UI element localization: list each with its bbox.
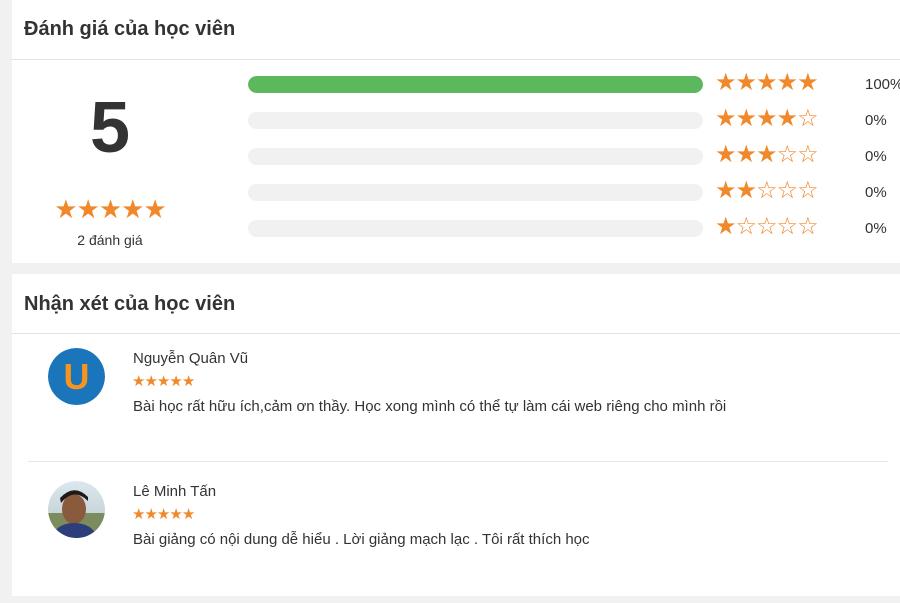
star-full-icon: ★ <box>715 69 736 96</box>
distribution-percent: 100% <box>865 76 900 93</box>
star-full-icon: ★ <box>756 105 777 132</box>
star-full-icon: ★ <box>156 373 170 390</box>
divider <box>12 59 900 60</box>
letter-u-avatar: U <box>48 348 105 405</box>
star-full-icon: ★ <box>715 105 736 132</box>
star-full-icon: ★ <box>776 105 798 132</box>
distribution-stars: ★★★★★ <box>715 69 819 96</box>
star-full-icon: ★ <box>715 213 736 240</box>
distribution-row-3[interactable]: ★★★☆☆ 0% <box>248 141 900 168</box>
reviewer-name: Nguyễn Quân Vũ <box>133 350 249 367</box>
star-outline-icon: ☆ <box>776 177 798 204</box>
distribution-stars: ★★★☆☆ <box>715 141 819 168</box>
star-full-icon: ★ <box>132 506 145 523</box>
distribution-stars: ★☆☆☆☆ <box>715 213 819 240</box>
star-full-icon: ★ <box>156 506 170 523</box>
star-outline-icon: ☆ <box>756 213 777 240</box>
star-outline-icon: ☆ <box>776 141 798 168</box>
star-outline-icon: ☆ <box>797 177 818 204</box>
photo-avatar <box>48 481 105 538</box>
star-outline-icon: ☆ <box>756 177 777 204</box>
distribution-percent: 0% <box>865 148 887 165</box>
star-outline-icon: ☆ <box>776 213 798 240</box>
distribution-stars: ★★★★☆ <box>715 105 819 132</box>
average-score: 5 <box>89 88 131 168</box>
star-full-icon: ★ <box>181 373 195 390</box>
distribution-bar <box>248 112 703 129</box>
avatar-photo-graphic <box>48 481 105 538</box>
rating-count: 2 đánh giá <box>77 232 143 248</box>
star-full-icon: ★ <box>181 506 195 523</box>
review-stars: ★★★★★ <box>132 506 195 523</box>
star-full-icon: ★ <box>54 194 77 224</box>
distribution-row-1[interactable]: ★☆☆☆☆ 0% <box>248 213 900 240</box>
star-full-icon: ★ <box>121 194 144 224</box>
distribution-bar <box>248 148 703 165</box>
reviews-title: Nhận xét của học viên <box>24 293 236 315</box>
distribution-row-2[interactable]: ★★☆☆☆ 0% <box>248 177 900 204</box>
distribution-row-5[interactable]: ★★★★★ 100% <box>248 69 900 96</box>
distribution-fill <box>248 76 703 93</box>
star-full-icon: ★ <box>776 69 798 96</box>
star-full-icon: ★ <box>735 69 757 96</box>
distribution-row-4[interactable]: ★★★★☆ 0% <box>248 105 900 132</box>
avatar-u-graphic: U <box>48 348 105 405</box>
star-full-icon: ★ <box>144 506 157 523</box>
star-full-icon: ★ <box>144 373 157 390</box>
star-outline-icon: ☆ <box>797 105 818 132</box>
star-outline-icon: ☆ <box>797 213 818 240</box>
star-outline-icon: ☆ <box>797 141 818 168</box>
star-full-icon: ★ <box>797 69 818 96</box>
distribution-bar <box>248 76 703 93</box>
distribution-stars: ★★☆☆☆ <box>715 177 819 204</box>
star-full-icon: ★ <box>715 141 736 168</box>
distribution-percent: 0% <box>865 184 887 201</box>
star-full-icon: ★ <box>735 105 757 132</box>
review-item: U Nguyễn Quân Vũ ★★★★★ Bài học rất hữu í… <box>12 346 900 466</box>
ratings-title: Đánh giá của học viên <box>24 18 236 40</box>
star-full-icon: ★ <box>735 177 757 204</box>
star-outline-icon: ☆ <box>735 213 757 240</box>
star-full-icon: ★ <box>169 373 182 390</box>
distribution-percent: 0% <box>865 220 887 237</box>
review-item: Lê Minh Tấn ★★★★★ Bài giảng có nội dung … <box>12 479 900 579</box>
avatar-letter: U <box>64 356 90 397</box>
distribution-bar <box>248 184 703 201</box>
review-text: Bài giảng có nội dung dễ hiểu . Lời giản… <box>133 531 590 548</box>
star-full-icon: ★ <box>756 141 777 168</box>
star-full-icon: ★ <box>132 373 145 390</box>
reviews-card: Nhận xét của học viên U Nguyễn Quân Vũ ★… <box>12 274 900 596</box>
ratings-card: Đánh giá của học viên 5 ★★★★★ 2 đánh giá… <box>12 0 900 263</box>
review-stars: ★★★★★ <box>132 373 195 390</box>
distribution-bar <box>248 220 703 237</box>
star-full-icon: ★ <box>756 69 777 96</box>
review-separator <box>28 461 888 462</box>
star-full-icon: ★ <box>735 141 757 168</box>
average-stars: ★★★★★ <box>12 196 208 222</box>
distribution-percent: 0% <box>865 112 887 129</box>
review-text: Bài học rất hữu ích,cảm ơn thầy. Học xon… <box>133 398 727 415</box>
star-full-icon: ★ <box>715 177 736 204</box>
reviewer-name: Lê Minh Tấn <box>133 483 217 500</box>
star-full-icon: ★ <box>76 194 100 224</box>
star-full-icon: ★ <box>143 194 166 224</box>
star-full-icon: ★ <box>169 506 182 523</box>
star-full-icon: ★ <box>98 194 122 224</box>
divider <box>12 333 900 334</box>
